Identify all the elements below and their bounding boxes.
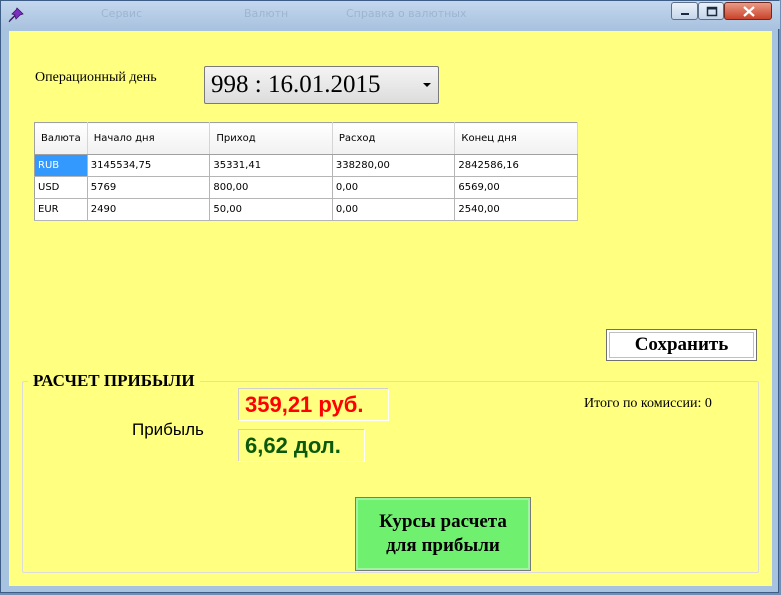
maximize-button[interactable] [698,2,724,20]
minimize-icon [681,13,689,15]
grid-cell[interactable]: 6569,00 [454,176,578,199]
save-button[interactable]: Сохранить [606,329,757,361]
background-window-title: Валютн [244,7,289,20]
grid-cell[interactable]: 0,00 [332,198,456,221]
column-header-day-start[interactable]: Начало дня [87,122,211,155]
grid-cell-selected[interactable]: RUB [34,154,88,177]
pin-icon [8,7,24,23]
column-header-expense[interactable]: Расход [332,122,456,155]
grid-header-row: Валюта Начало дня Приход Расход Конец дн… [34,122,578,155]
grid-cell[interactable]: 338280,00 [332,154,456,177]
profit-rub-value: 359,21 руб. [238,388,388,420]
operational-day-value: 998 : 16.01.2015 [211,71,381,98]
operational-day-label: Операционный день [35,70,157,85]
close-icon [743,6,755,17]
profit-group-title: РАСЧЕТ ПРИБЫЛИ [28,371,200,391]
grid-cell[interactable]: 5769 [87,176,211,199]
dropdown-arrow-icon[interactable] [423,83,431,87]
table-row[interactable]: RUB 3145534,75 35331,41 338280,00 284258… [34,154,578,177]
maximize-icon [706,6,718,17]
profit-label: Прибыль [132,420,204,439]
grid-cell[interactable]: 0,00 [332,176,456,199]
column-header-income[interactable]: Приход [209,122,333,155]
profit-rates-button-line2: для прибыли [386,535,500,556]
table-row[interactable]: USD 5769 800,00 0,00 6569,00 [34,176,578,199]
grid-cell[interactable]: USD [34,176,88,199]
profit-rates-button[interactable]: Курсы расчета для прибыли [355,497,531,571]
table-row[interactable]: EUR 2490 50,00 0,00 2540,00 [34,198,578,221]
grid-cell[interactable]: 35331,41 [209,154,333,177]
grid-cell[interactable]: EUR [34,198,88,221]
close-button[interactable] [724,2,772,20]
grid-cell[interactable]: 800,00 [209,176,333,199]
grid-cell[interactable]: 2540,00 [454,198,578,221]
background-window-title: Справка о валютных [346,7,467,20]
grid-cell[interactable]: 50,00 [209,198,333,221]
operational-day-combobox[interactable]: 998 : 16.01.2015 [204,66,439,104]
column-header-day-end[interactable]: Конец дня [454,122,578,155]
app-window: Сервис Валютн Справка о валютных Операци… [0,0,780,593]
profit-usd-value: 6,62 дол. [238,429,364,461]
balance-grid[interactable]: Валюта Начало дня Приход Расход Конец дн… [34,122,578,221]
grid-cell[interactable]: 2490 [87,198,211,221]
commission-total: Итого по комиссии: 0 [584,396,712,411]
profit-rates-button-line1: Курсы расчета [379,511,507,532]
minimize-button[interactable] [671,2,698,20]
grid-cell[interactable]: 2842586,16 [454,154,578,177]
grid-cell[interactable]: 3145534,75 [87,154,211,177]
form-client-area: Операционный день 998 : 16.01.2015 Валют… [9,31,772,586]
background-window-title: Сервис [101,7,143,20]
column-header-currency[interactable]: Валюта [34,122,88,155]
title-bar[interactable]: Сервис Валютн Справка о валютных [1,1,780,29]
